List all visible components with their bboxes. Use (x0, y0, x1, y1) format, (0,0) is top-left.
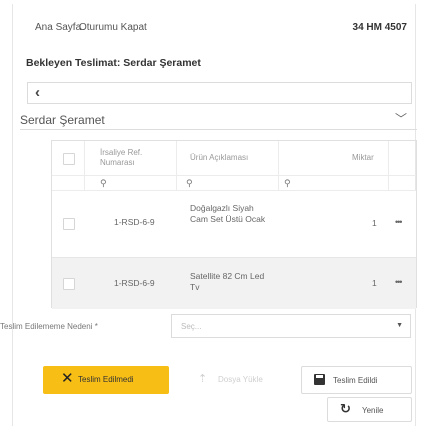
page-title: Bekleyen Teslimat: Serdar Şeramet (26, 57, 201, 69)
caret-down-icon: ▼ (396, 322, 403, 329)
select-all-checkbox[interactable] (63, 153, 75, 165)
reason-select[interactable]: Seç... ▼ (171, 314, 411, 338)
search-icon[interactable]: ⚲ (100, 178, 107, 189)
chevron-down-icon[interactable]: ﹀ (395, 110, 407, 127)
customer-group-header[interactable]: Serdar Şeramet ﹀ (20, 112, 417, 130)
description-cell: Satellite 82 Cm Led Tv (190, 271, 265, 292)
upload-file-button[interactable]: ⇡ Dosya Yükle (188, 366, 288, 394)
upload-file-label: Dosya Yükle (218, 375, 263, 384)
not-delivered-button[interactable]: ✕ Teslim Edilmedi (43, 366, 169, 394)
table-row[interactable]: 1-RSD-6-9 Doğalgazlı Siyah Cam Set Üstü … (52, 191, 416, 257)
ref-cell: 1-RSD-6-9 (114, 217, 155, 227)
delivered-label: Teslim Edildi (333, 376, 378, 385)
refresh-label: Yenile (362, 406, 384, 415)
qty-cell: 1 (372, 278, 377, 288)
description-cell: Doğalgazlı Siyah Cam Set Üstü Ocak (190, 203, 266, 224)
ref-cell: 1-RSD-6-9 (114, 278, 155, 288)
customer-group-title: Serdar Şeramet (20, 113, 105, 127)
close-icon: ✕ (61, 370, 74, 387)
back-button[interactable]: ‹ (27, 82, 412, 104)
reason-placeholder: Seç... (181, 322, 202, 331)
search-icon[interactable]: ⚲ (284, 178, 291, 189)
search-icon[interactable]: ⚲ (186, 178, 193, 189)
refresh-button[interactable]: ↻ Yenile (327, 397, 412, 422)
app-frame: Ana Sayfa Oturumu Kapat 34 HM 4507 Bekle… (12, 4, 417, 426)
table-row[interactable]: 1-RSD-6-9 Satellite 82 Cm Led Tv 1 ••• (52, 257, 416, 309)
nav-logout-link[interactable]: Oturumu Kapat (79, 22, 147, 33)
column-header-ref[interactable]: İrsaliye Ref. Numarası (100, 148, 170, 168)
row-menu-icon[interactable]: ••• (395, 277, 403, 287)
row-menu-icon[interactable]: ••• (395, 217, 403, 227)
nav-home-link[interactable]: Ana Sayfa (35, 22, 81, 33)
refresh-icon: ↻ (340, 401, 351, 416)
delivery-items-grid: İrsaliye Ref. Numarası Ürün Açıklaması M… (51, 140, 417, 309)
chevron-left-icon: ‹ (35, 84, 40, 101)
column-header-qty[interactable]: Miktar (352, 153, 374, 163)
row-checkbox[interactable] (63, 278, 75, 290)
upload-icon: ⇡ (198, 373, 208, 385)
save-icon (314, 374, 325, 385)
qty-cell: 1 (372, 218, 377, 228)
delivered-button[interactable]: Teslim Edildi (301, 366, 412, 394)
top-nav: Ana Sayfa Oturumu Kapat 34 HM 4507 (13, 4, 415, 42)
reason-label: Teslim Edilememe Nedeni * (0, 322, 98, 331)
vehicle-plate: 34 HM 4507 (352, 22, 407, 33)
not-delivered-label: Teslim Edilmedi (78, 375, 134, 384)
row-checkbox[interactable] (63, 218, 75, 230)
column-header-description[interactable]: Ürün Açıklaması (190, 153, 248, 163)
